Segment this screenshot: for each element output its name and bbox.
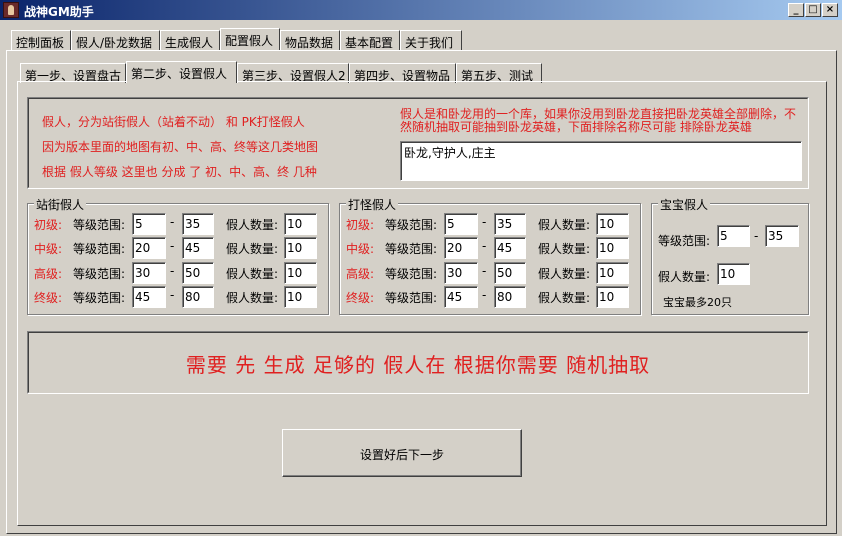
level-range-label: 等级范围: [73, 267, 126, 281]
range-dash: - [170, 239, 175, 253]
pet-min-level-input[interactable]: 5 [717, 225, 750, 247]
pet-count-input[interactable]: 10 [717, 263, 750, 285]
level-range-label: 等级范围: [385, 267, 438, 281]
subtab-step1-pangu[interactable]: 第一步、设置盘古 [20, 63, 126, 83]
count-label: 假人数量: [538, 267, 591, 281]
standing-final-min-input[interactable]: 45 [132, 286, 166, 308]
pet-level-range-label: 等级范围: [658, 234, 711, 248]
fighting-mid-count-input[interactable]: 10 [596, 237, 629, 259]
subtab-step4-items[interactable]: 第四步、设置物品 [349, 63, 456, 83]
count-label: 假人数量: [538, 291, 591, 305]
count-label: 假人数量: [538, 242, 591, 256]
standing-mid-count-input[interactable]: 10 [284, 237, 317, 259]
wolong-note: 假人是和卧龙用的一个库，如果你没用到卧龙直接把卧龙英雄全部删除，不然随机抽取可能… [400, 107, 797, 134]
standing-tier-label: 高级: [34, 267, 63, 281]
standing-high-max-input[interactable]: 50 [182, 262, 214, 284]
fighting-bots-group: 打怪假人 初级: 等级范围: 5 - 35 假人数量: 10 中级: 等级范围:… [339, 196, 641, 315]
fighting-junior-count-input[interactable]: 10 [596, 213, 629, 235]
range-dash: - [482, 288, 487, 302]
pet-max-level-input[interactable]: 35 [765, 225, 799, 247]
fighting-high-max-input[interactable]: 50 [494, 262, 526, 284]
title-bar: 战神GM助手 _ □ × [0, 0, 842, 20]
level-range-label: 等级范围: [385, 218, 438, 232]
standing-tier-label: 终级: [34, 291, 63, 305]
count-label: 假人数量: [226, 218, 279, 232]
standing-bots-title: 站街假人 [34, 196, 87, 213]
fighting-final-min-input[interactable]: 45 [444, 286, 478, 308]
count-label: 假人数量: [226, 242, 279, 256]
pet-bots-title: 宝宝假人 [658, 196, 711, 213]
standing-bots-group: 站街假人 初级: 等级范围: 5 - 35 假人数量: 10 中级: 等级范围:… [27, 196, 329, 315]
fighting-tier-label: 终级: [346, 291, 375, 305]
tab-about-us[interactable]: 关于我们 [400, 30, 462, 50]
level-range-label: 等级范围: [73, 218, 126, 232]
fighting-bots-title: 打怪假人 [346, 196, 399, 213]
count-label: 假人数量: [226, 291, 279, 305]
info-line-2: 因为版本里面的地图有初、中、高、终等这几类地图 [42, 140, 319, 154]
standing-junior-count-input[interactable]: 10 [284, 213, 317, 235]
standing-mid-min-input[interactable]: 20 [132, 237, 166, 259]
range-dash: - [482, 215, 487, 229]
fighting-final-count-input[interactable]: 10 [596, 286, 629, 308]
standing-final-count-input[interactable]: 10 [284, 286, 317, 308]
count-label: 假人数量: [538, 218, 591, 232]
fighting-mid-max-input[interactable]: 45 [494, 237, 526, 259]
range-dash: - [482, 239, 487, 253]
range-dash: - [170, 288, 175, 302]
notice-banner: 需要 先 生成 足够的 假人在 根据你需要 随机抽取 [27, 331, 809, 394]
fighting-junior-min-input[interactable]: 5 [444, 213, 478, 235]
info-line-1: 假人，分为站街假人（站着不动） 和 PK打怪假人 [42, 115, 305, 129]
tab-generate-bots[interactable]: 生成假人 [160, 30, 220, 50]
range-dash: - [170, 215, 175, 229]
standing-final-max-input[interactable]: 80 [182, 286, 214, 308]
standing-junior-max-input[interactable]: 35 [182, 213, 214, 235]
next-step-button[interactable]: 设置好后下一步 [282, 429, 522, 477]
subtab-step2-bots[interactable]: 第二步、设置假人 [126, 61, 237, 83]
info-line-3: 根据 假人等级 这里也 分成 了 初、中、高、终 几种 [42, 165, 317, 179]
minimize-button[interactable]: _ [788, 3, 804, 17]
level-range-label: 等级范围: [385, 242, 438, 256]
fighting-junior-max-input[interactable]: 35 [494, 213, 526, 235]
tab-control-panel[interactable]: 控制面板 [11, 30, 71, 50]
standing-tier-label: 中级: [34, 242, 63, 256]
standing-high-count-input[interactable]: 10 [284, 262, 317, 284]
tab-configure-bots[interactable]: 配置假人 [220, 28, 280, 50]
notice-text: 需要 先 生成 足够的 假人在 根据你需要 随机抽取 [185, 353, 651, 377]
fighting-tier-label: 中级: [346, 242, 375, 256]
fighting-high-min-input[interactable]: 30 [444, 262, 478, 284]
standing-junior-min-input[interactable]: 5 [132, 213, 166, 235]
range-dash: - [754, 229, 759, 243]
pet-bots-group: 宝宝假人 等级范围: 5 - 35 假人数量: 10 宝宝最多20只 [651, 196, 809, 315]
standing-high-min-input[interactable]: 30 [132, 262, 166, 284]
fighting-tier-label: 高级: [346, 267, 375, 281]
fighting-tier-label: 初级: [346, 218, 375, 232]
fighting-mid-min-input[interactable]: 20 [444, 237, 478, 259]
subtab-step5-test[interactable]: 第五步、测试 [456, 63, 542, 83]
standing-mid-max-input[interactable]: 45 [182, 237, 214, 259]
subtab-step3-bots2[interactable]: 第三步、设置假人2 [237, 63, 349, 83]
close-button[interactable]: × [822, 3, 838, 17]
range-dash: - [170, 264, 175, 278]
range-dash: - [482, 264, 487, 278]
info-panel: 假人，分为站街假人（站着不动） 和 PK打怪假人 因为版本里面的地图有初、中、高… [27, 97, 809, 189]
exclude-names-input[interactable]: 卧龙,守护人,庄主 [400, 141, 802, 181]
level-range-label: 等级范围: [73, 242, 126, 256]
tab-item-data[interactable]: 物品数据 [280, 30, 340, 50]
level-range-label: 等级范围: [385, 291, 438, 305]
fighting-high-count-input[interactable]: 10 [596, 262, 629, 284]
pet-count-label: 假人数量: [658, 270, 711, 284]
maximize-button[interactable]: □ [805, 3, 821, 17]
tab-basic-config[interactable]: 基本配置 [340, 30, 400, 50]
window-title: 战神GM助手 [24, 5, 94, 19]
pet-max-note: 宝宝最多20只 [663, 296, 732, 309]
level-range-label: 等级范围: [73, 291, 126, 305]
tab-bot-data[interactable]: 假人/卧龙数据 [71, 30, 160, 50]
count-label: 假人数量: [226, 267, 279, 281]
standing-tier-label: 初级: [34, 218, 63, 232]
fighting-final-max-input[interactable]: 80 [494, 286, 526, 308]
app-icon [3, 2, 19, 18]
